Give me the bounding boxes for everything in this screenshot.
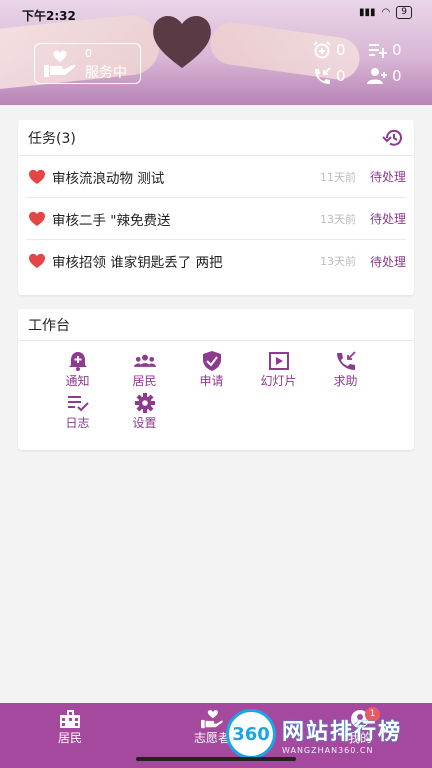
bell-plus-icon xyxy=(68,352,87,371)
tool-settings[interactable]: 设置 xyxy=(111,393,178,435)
tool-residents[interactable]: 居民 xyxy=(111,351,178,393)
workbench-card: 工作台 通知 居民 申请 幻灯片 求助 日志 设置 xyxy=(18,309,414,450)
task-time: 13天前 xyxy=(320,255,356,268)
hand-heart-icon xyxy=(44,50,76,77)
service-status-button[interactable]: 0 服务中 xyxy=(34,43,141,84)
building-icon xyxy=(60,710,80,728)
task-time: 11天前 xyxy=(320,170,356,184)
task-status[interactable]: 待处理 xyxy=(370,253,406,270)
tool-help[interactable]: 求助 xyxy=(312,351,379,393)
task-text: 审核流浪动物 测试 xyxy=(52,170,165,187)
history-icon[interactable] xyxy=(382,128,404,148)
nav-volunteer[interactable]: 志愿者 xyxy=(194,709,230,746)
heart-icon xyxy=(29,253,45,268)
task-row[interactable]: 审核二手 "辣免费送 13天前 待处理 xyxy=(26,198,406,240)
tool-label: 幻灯片 xyxy=(260,374,297,388)
service-label: 服务中 xyxy=(85,65,127,81)
tool-label: 求助 xyxy=(333,374,358,388)
playlist-add-icon xyxy=(369,44,387,58)
people-icon xyxy=(133,354,156,367)
heart-icon xyxy=(29,169,45,184)
task-status[interactable]: 待处理 xyxy=(370,210,406,227)
nav-residents[interactable]: 居民 xyxy=(58,709,82,746)
task-row[interactable]: 审核流浪动物 测试 11天前 待处理 xyxy=(26,156,406,198)
stat-alarm[interactable]: 0 xyxy=(312,41,346,59)
volunteer-icon xyxy=(201,710,223,729)
service-count: 0 xyxy=(85,47,92,60)
workbench-header: 工作台 xyxy=(18,309,414,341)
tool-notify[interactable]: 通知 xyxy=(44,351,111,393)
status-bar: 下午2:32 ▮▮▮ ◠ 9 xyxy=(0,0,432,28)
tool-label: 居民 xyxy=(132,374,157,388)
status-time: 下午2:32 xyxy=(22,9,76,23)
gear-icon xyxy=(134,393,155,413)
stat-person-add[interactable]: 0 xyxy=(366,67,402,85)
tool-apply[interactable]: 申请 xyxy=(178,351,245,393)
phone-callback-icon xyxy=(336,351,356,370)
stat-callback[interactable]: 0 xyxy=(312,67,346,85)
tool-label: 日志 xyxy=(65,416,90,430)
shield-check-icon xyxy=(202,351,221,371)
watermark: 360 网站排行榜 WANGZHAN360.CN xyxy=(226,706,402,762)
stat-playlist-value: 0 xyxy=(392,41,402,59)
person-add-icon xyxy=(367,68,387,84)
slideshow-icon xyxy=(268,352,289,370)
workbench-grid: 通知 居民 申请 幻灯片 求助 日志 设置 xyxy=(18,341,414,435)
checklist-icon xyxy=(67,396,89,412)
nav-label: 志愿者 xyxy=(194,731,231,745)
task-time: 13天前 xyxy=(320,212,356,226)
alarm-add-icon xyxy=(313,41,331,59)
tool-log[interactable]: 日志 xyxy=(44,393,111,435)
wifi-icon: ◠ xyxy=(381,7,391,18)
watermark-logo: 360 xyxy=(226,709,276,759)
watermark-title: 网站排行榜 xyxy=(282,719,403,745)
task-text: 审核二手 "辣免费送 xyxy=(52,212,171,229)
battery-icon: 9 xyxy=(396,6,412,19)
tasks-card: 任务(3) 审核流浪动物 测试 11天前 待处理 审核二手 "辣免费送 13天前… xyxy=(18,120,414,295)
tool-label: 通知 xyxy=(65,374,90,388)
tasks-title: 任务(3) xyxy=(28,130,76,147)
tasks-header: 任务(3) xyxy=(18,120,414,156)
tool-slideshow[interactable]: 幻灯片 xyxy=(245,351,312,393)
task-text: 审核招领 谁家钥匙丢了 两把 xyxy=(52,255,223,271)
heart-icon xyxy=(29,211,45,226)
tool-label: 设置 xyxy=(132,416,157,430)
stat-alarm-value: 0 xyxy=(336,41,346,59)
task-status[interactable]: 待处理 xyxy=(370,168,406,185)
stat-person-add-value: 0 xyxy=(392,67,402,85)
home-indicator xyxy=(136,757,296,761)
tool-label: 申请 xyxy=(199,374,224,388)
nav-label: 居民 xyxy=(58,731,83,745)
stat-playlist[interactable]: 0 xyxy=(368,41,402,59)
stat-callback-value: 0 xyxy=(336,67,346,85)
workbench-title: 工作台 xyxy=(28,317,70,334)
watermark-subtitle: WANGZHAN360.CN xyxy=(282,745,374,755)
phone-callback-icon xyxy=(315,67,331,84)
task-row[interactable]: 审核招领 谁家钥匙丢了 两把 13天前 待处理 xyxy=(26,240,406,282)
signal-icon: ▮▮▮ xyxy=(359,7,376,18)
